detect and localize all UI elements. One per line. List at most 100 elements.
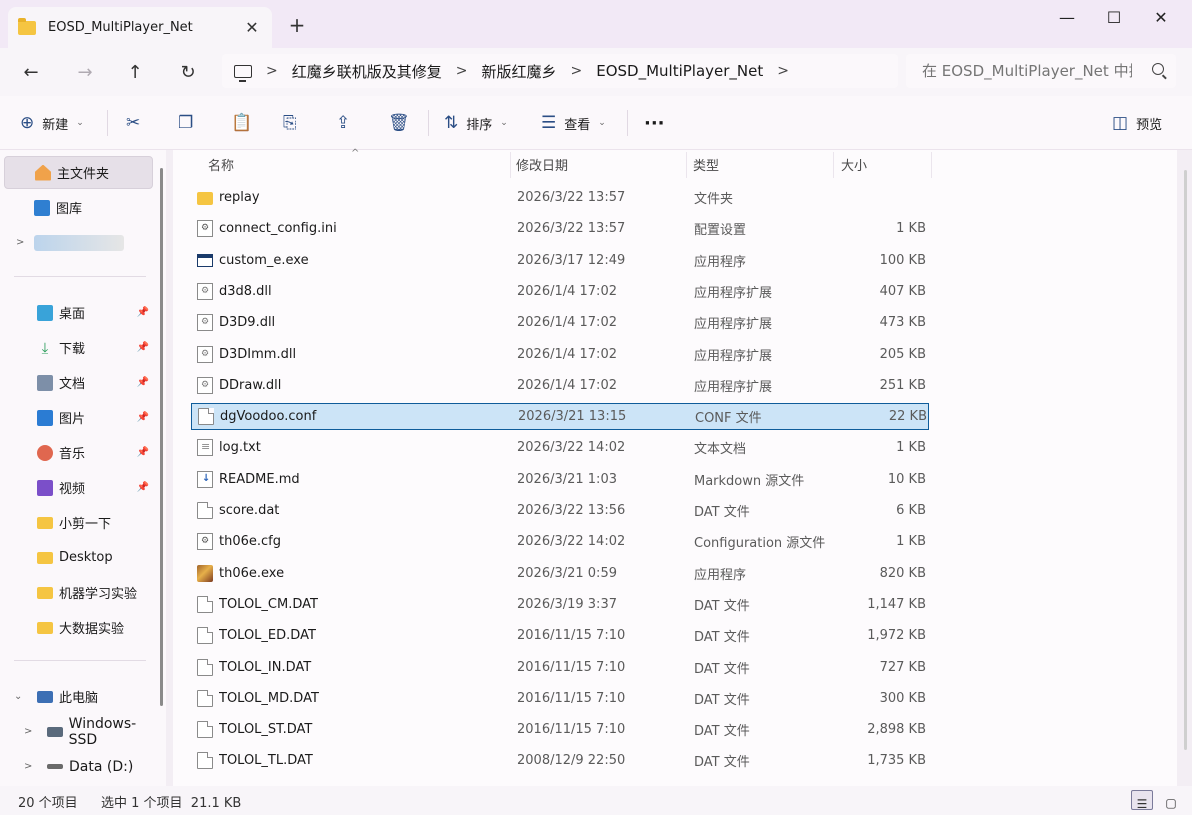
sidebar-item-home[interactable]: 主文件夹 xyxy=(4,156,153,189)
file-row[interactable]: connect_config.ini 2026/3/22 13:57 配置设置 1 K… xyxy=(191,215,929,242)
file-row[interactable]: D3DImm.dll 2026/1/4 17:02 应用程序扩展 205 KB xyxy=(191,341,929,368)
column-header-name[interactable]: 名称 xyxy=(208,150,234,178)
refresh-button[interactable]: ↻ xyxy=(173,58,203,86)
file-row[interactable]: th06e.cfg 2026/3/22 14:02 Configuration 源文… xyxy=(191,528,929,555)
sidebar-item-onedrive[interactable]: > xyxy=(4,226,153,259)
column-divider[interactable] xyxy=(833,152,834,178)
chevron-down-icon[interactable]: ⌄ xyxy=(14,691,22,702)
chevron-right-icon[interactable]: > xyxy=(24,761,32,772)
preview-pane-button[interactable]: ◫ 预览 xyxy=(1112,108,1162,138)
file-row[interactable]: TOLOL_ST.DAT 2016/11/15 7:10 DAT 文件 2,898 K… xyxy=(191,716,929,743)
search-icon[interactable] xyxy=(1152,63,1164,75)
pin-icon[interactable]: 📌 xyxy=(137,307,149,318)
sidebar-scrollbar[interactable] xyxy=(160,168,163,706)
file-row[interactable]: dgVoodoo.conf 2026/3/21 13:15 CONF 文件 22 KB xyxy=(191,403,929,431)
file-name: TOLOL_IN.DAT xyxy=(219,659,312,675)
forward-button[interactable]: → xyxy=(70,58,100,86)
divider xyxy=(627,110,628,136)
breadcrumb-separator[interactable]: > xyxy=(456,63,468,79)
file-row[interactable]: TOLOL_CM.DAT 2026/3/19 3:37 DAT 文件 1,147 KB xyxy=(191,591,929,618)
view-button[interactable]: ☰ 查看 ⌄ xyxy=(541,108,606,138)
file-row[interactable]: th06e.exe 2026/3/21 0:59 应用程序 820 KB xyxy=(191,560,929,587)
share-button[interactable]: ⇪ xyxy=(336,108,350,138)
cut-button[interactable]: ✂ xyxy=(126,108,140,138)
file-modified-date: 2026/3/17 12:49 xyxy=(517,252,626,268)
rename-button[interactable]: ⎘ xyxy=(283,108,297,138)
address-bar[interactable]: > 红魔乡联机版及其修复 > 新版红魔乡 > EOSD_MultiPlayer_… xyxy=(222,54,898,88)
sidebar-item-downloads[interactable]: ⤓ 下载 📌 xyxy=(4,331,153,364)
sidebar-item-folder[interactable]: Desktop xyxy=(4,541,153,574)
chevron-right-icon[interactable]: > xyxy=(24,726,32,737)
documents-icon xyxy=(37,374,53,391)
pin-icon[interactable]: 📌 xyxy=(137,412,149,423)
file-row[interactable]: DDraw.dll 2026/1/4 17:02 应用程序扩展 251 KB xyxy=(191,372,929,399)
breadcrumb-item[interactable]: EOSD_MultiPlayer_Net xyxy=(596,62,763,80)
sidebar-item-folder[interactable]: 大数据实验 xyxy=(4,611,153,644)
back-button[interactable]: ← xyxy=(16,58,46,86)
details-view-button[interactable]: ☰ xyxy=(1131,790,1153,811)
pin-icon[interactable]: 📌 xyxy=(137,377,149,388)
more-options-button[interactable]: ··· xyxy=(644,108,665,138)
file-row[interactable]: custom_e.exe 2026/3/17 12:49 应用程序 100 KB xyxy=(191,247,929,274)
folder-icon xyxy=(37,516,53,529)
column-divider[interactable] xyxy=(510,152,511,178)
minimize-button[interactable]: — xyxy=(1044,0,1090,34)
copy-button[interactable]: ❐ xyxy=(178,108,193,138)
file-size: 1,735 KB xyxy=(867,753,926,769)
file-row[interactable]: TOLOL_IN.DAT 2016/11/15 7:10 DAT 文件 727 KB xyxy=(191,654,929,681)
breadcrumb-separator[interactable]: > xyxy=(266,63,278,79)
column-header-modified[interactable]: 修改日期 xyxy=(516,150,568,178)
file-size: 1 KB xyxy=(896,440,926,456)
sidebar-item-this-pc[interactable]: ⌄ 此电脑 xyxy=(4,680,153,713)
maximize-button[interactable]: ☐ xyxy=(1091,0,1137,34)
column-divider[interactable] xyxy=(931,152,932,178)
file-name: TOLOL_MD.DAT xyxy=(219,690,319,706)
tab-close-button[interactable]: ✕ xyxy=(242,18,262,37)
sidebar-item-label: 音乐 xyxy=(59,447,86,462)
chevron-right-icon[interactable]: > xyxy=(16,237,24,248)
sort-button[interactable]: ⇅ 排序 ⌄ xyxy=(444,108,508,138)
sidebar-item-music[interactable]: 音乐 📌 xyxy=(4,436,153,469)
search-input[interactable] xyxy=(922,62,1132,80)
close-button[interactable]: ✕ xyxy=(1138,0,1184,34)
file-list-scrollbar[interactable] xyxy=(1184,170,1187,750)
sidebar-item-drive[interactable]: > Windows-SSD xyxy=(4,715,164,748)
search-box[interactable] xyxy=(906,54,1176,88)
sidebar-item-folder[interactable]: 小剪一下 xyxy=(4,506,153,539)
file-row[interactable]: log.txt 2026/3/22 14:02 文本文档 1 KB xyxy=(191,434,929,461)
up-button[interactable]: ↑ xyxy=(120,58,150,86)
pin-icon[interactable]: 📌 xyxy=(137,447,149,458)
file-row[interactable]: D3D9.dll 2026/1/4 17:02 应用程序扩展 473 KB xyxy=(191,309,929,336)
sidebar-item-gallery[interactable]: 图库 xyxy=(4,191,153,224)
file-row[interactable]: score.dat 2026/3/22 13:56 DAT 文件 6 KB xyxy=(191,497,929,524)
file-row[interactable]: TOLOL_TL.DAT 2008/12/9 22:50 DAT 文件 1,735 K… xyxy=(191,747,929,774)
column-header-type[interactable]: 类型 xyxy=(693,150,719,178)
sidebar-item-drive[interactable]: > Data (D:) xyxy=(4,750,164,783)
delete-button[interactable]: 🗑 xyxy=(388,108,410,138)
breadcrumb-item[interactable]: 新版红魔乡 xyxy=(481,61,556,82)
column-divider[interactable] xyxy=(686,152,687,178)
new-button[interactable]: ⊕ 新建 ⌄ xyxy=(20,108,84,138)
column-header-size[interactable]: 大小 xyxy=(841,150,867,178)
sidebar-item-documents[interactable]: 文档 📌 xyxy=(4,366,153,399)
file-name: TOLOL_TL.DAT xyxy=(219,753,313,769)
new-tab-button[interactable]: + xyxy=(286,13,308,37)
file-row[interactable]: TOLOL_MD.DAT 2016/11/15 7:10 DAT 文件 300 KB xyxy=(191,685,929,712)
pin-icon[interactable]: 📌 xyxy=(137,482,149,493)
breadcrumb-separator[interactable]: > xyxy=(571,63,583,79)
breadcrumb-separator[interactable]: > xyxy=(777,63,789,79)
sidebar-item-videos[interactable]: 视频 📌 xyxy=(4,471,153,504)
dll-file-icon xyxy=(197,314,213,332)
paste-button[interactable]: 📋 xyxy=(231,108,252,138)
sidebar-item-pictures[interactable]: 图片 📌 xyxy=(4,401,153,434)
sidebar-item-folder[interactable]: 机器学习实验 xyxy=(4,576,153,609)
file-row[interactable]: README.md 2026/3/21 1:03 Markdown 源文件 10 KB xyxy=(191,466,929,493)
tab-current-folder[interactable]: EOSD_MultiPlayer_Net ✕ xyxy=(8,7,272,48)
sidebar-item-desktop[interactable]: 桌面 📌 xyxy=(4,296,153,329)
tiles-view-button[interactable]: ▢ xyxy=(1160,790,1182,810)
pin-icon[interactable]: 📌 xyxy=(137,342,149,353)
file-row[interactable]: replay 2026/3/22 13:57 文件夹 xyxy=(191,184,929,211)
file-row[interactable]: TOLOL_ED.DAT 2016/11/15 7:10 DAT 文件 1,972 K… xyxy=(191,622,929,649)
file-row[interactable]: d3d8.dll 2026/1/4 17:02 应用程序扩展 407 KB xyxy=(191,278,929,305)
breadcrumb-item[interactable]: 红魔乡联机版及其修复 xyxy=(292,61,442,82)
